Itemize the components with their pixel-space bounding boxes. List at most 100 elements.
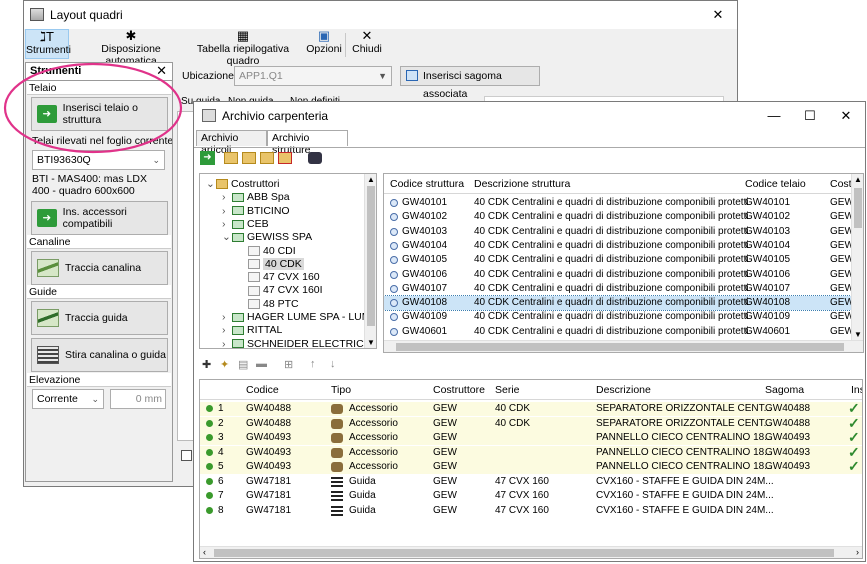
composizione-thumb-h[interactable] (214, 549, 834, 557)
strutture-row[interactable]: GW40105 40 CDK Centralini e quadri di dis… (384, 253, 851, 267)
tree-item[interactable]: › ABB Spa (222, 190, 290, 204)
edit-folder-icon[interactable] (242, 152, 256, 164)
chevron-down-icon[interactable]: ⌄ (206, 177, 216, 191)
tree-item[interactable]: 40 CDI (238, 244, 296, 258)
ins-accessori-button[interactable]: ➜ Ins. accessori compatibili (31, 201, 168, 235)
composizione-row[interactable]: 7 GW47181 Guida GEW 47 CVX 160 CVX160 - STAFF… (200, 489, 862, 503)
col-cost[interactable]: Cost (830, 178, 852, 190)
scroll-right-icon[interactable]: › (856, 547, 859, 557)
chevron-right-icon[interactable]: › (222, 337, 232, 348)
scroll-left-icon[interactable]: ‹ (203, 547, 206, 557)
chevron-right-icon[interactable]: › (222, 310, 232, 324)
strutture-row[interactable]: GW40104 40 CDK Centralini e quadri di dis… (384, 239, 851, 253)
tree-item[interactable]: › BTICINO (222, 204, 290, 218)
add-row-icon[interactable]: ✚ (202, 358, 211, 371)
composizione-row[interactable]: 4 GW40493 Accessorio GEW PANNELLO CIECO CENT… (200, 444, 862, 460)
tree-item[interactable]: 47 CVX 160 (238, 270, 320, 284)
stira-button[interactable]: Stira canalina o guida (31, 338, 168, 372)
col-codice[interactable]: Codice (246, 384, 279, 396)
col-codice-struttura[interactable]: Codice struttura (390, 178, 464, 190)
ubicazione-combo[interactable]: APP1.Q1 ▼ (234, 66, 392, 86)
tab-archivio-articoli[interactable]: Archivio articoli (196, 130, 267, 156)
minimize-button[interactable]: — (759, 106, 789, 126)
col-descrizione-struttura[interactable]: Descrizione struttura (474, 178, 570, 190)
accessory-icon (331, 404, 343, 414)
tree-scroll-thumb[interactable] (367, 186, 375, 326)
col-sagoma[interactable]: Sagoma (765, 384, 804, 396)
tree-item[interactable]: › RITTAL (222, 323, 282, 337)
folder-icon[interactable] (224, 152, 238, 164)
archivio-close-button[interactable]: ✕ (831, 106, 861, 126)
strutture-row[interactable]: GW40103 40 CDK Centralini e quadri di dis… (384, 225, 851, 239)
tree-item[interactable]: ⌄ Costruttori (206, 177, 279, 191)
toolbar-strumenti-button[interactable]: ℷT Strumenti (25, 29, 71, 59)
composizione-row[interactable]: 2 GW40488 Accessorio GEW 40 CDK SEPARATORE OR… (200, 415, 862, 431)
strutture-scrollbar-h[interactable] (384, 340, 863, 352)
checkbox-stub[interactable] (181, 450, 192, 461)
chevron-right-icon[interactable]: › (222, 323, 232, 337)
maximize-button[interactable]: ☐ (795, 106, 825, 126)
composizione-row[interactable]: 3 GW40493 Accessorio GEW PANNELLO CIECO CENT… (200, 429, 862, 446)
delete-folder-icon[interactable] (278, 152, 292, 164)
chevron-right-icon[interactable]: › (222, 190, 232, 204)
tree-item[interactable]: › SCHNEIDER ELECTRIC Spa (222, 337, 376, 348)
col-descrizione[interactable]: Descrizione (596, 384, 651, 396)
composizione-row[interactable]: 5 GW40493 Accessorio GEW PANNELLO CIECO CENT… (200, 458, 862, 475)
tree-item[interactable]: › HAGER LUME SPA - LUM (222, 310, 371, 324)
mm-input[interactable]: 0 mm (110, 389, 166, 409)
composizione-row[interactable]: 8 GW47181 Guida GEW 47 CVX 160 CVX160 - STAFF… (200, 504, 862, 518)
toolbar-chiudi-button[interactable]: ✕ Chiudi (350, 29, 384, 59)
traccia-canalina-button[interactable]: Traccia canalina (31, 251, 168, 285)
col-ins[interactable]: Ins (851, 384, 862, 396)
arrow-down-icon[interactable]: ↓ (330, 358, 336, 370)
traccia-guida-button[interactable]: Traccia guida (31, 301, 168, 335)
accessory-icon (331, 447, 343, 458)
strutture-row[interactable]: GW40106 40 CDK Centralini e quadri di dis… (384, 268, 851, 282)
col-serie[interactable]: Serie (495, 384, 520, 396)
strutture-row[interactable]: GW40101 40 CDK Centralini e quadri di dis… (384, 196, 851, 210)
codice-struttura-cell: GW40104 (402, 239, 448, 251)
col-costruttore[interactable]: Costruttore (433, 384, 485, 396)
toolbar-disposizione-button[interactable]: ✱ Disposizione automatica (81, 29, 181, 68)
tree-item[interactable]: › CEB (222, 217, 269, 231)
arrow-up-icon[interactable]: ↑ (310, 358, 316, 370)
strutture-row[interactable]: GW40601 40 CDK Centralini e quadri di dis… (384, 325, 851, 339)
composizione-scrollbar-h[interactable]: ‹ › (200, 546, 862, 558)
tree-item[interactable]: 40 CDK (238, 257, 304, 271)
scroll-down-icon[interactable]: ▼ (854, 330, 862, 339)
scroll-up-icon[interactable]: ▲ (854, 175, 862, 184)
tree-scrollbar[interactable]: ▲ ▼ (364, 174, 376, 348)
copy-row-icon[interactable]: ▤ (238, 358, 248, 371)
scroll-up-icon[interactable]: ▲ (367, 175, 375, 184)
toolbar-tabella-button[interactable]: ▦ Tabella riepilogativa quadro (185, 29, 301, 68)
strutture-thumb-h[interactable] (396, 343, 844, 351)
col-codice-telaio[interactable]: Codice telaio (745, 178, 806, 190)
chevron-right-icon[interactable]: › (222, 217, 232, 231)
chevron-down-icon[interactable]: ⌄ (222, 230, 232, 244)
col-tipo[interactable]: Tipo (331, 384, 351, 396)
strutture-row[interactable]: GW40107 40 CDK Centralini e quadri di dis… (384, 282, 851, 296)
add-item-icon[interactable]: ✦ (220, 358, 229, 371)
tree-item[interactable]: ⌄ GEWISS SPA (222, 230, 312, 244)
composizione-row[interactable]: 1 GW40488 Accessorio GEW 40 CDK SEPARATORE OR… (200, 402, 862, 417)
arrow-right-icon[interactable]: ➜ (200, 151, 215, 165)
strutture-scrollbar-v[interactable]: ▲ ▼ (851, 174, 863, 340)
tree-item[interactable]: 48 PTC (238, 297, 299, 311)
inserisci-sagoma-button[interactable]: Inserisci sagoma associata (400, 66, 540, 100)
strutture-thumb-v[interactable] (854, 188, 862, 228)
scroll-down-icon[interactable]: ▼ (367, 338, 375, 347)
move-icon[interactable]: ⊞ (284, 358, 293, 371)
chevron-right-icon[interactable]: › (222, 204, 232, 218)
elevazione-combo[interactable]: Corrente ⌄ (32, 389, 104, 409)
strutture-row[interactable]: GW40102 40 CDK Centralini e quadri di dis… (384, 210, 851, 224)
toolbar-opzioni-button[interactable]: ▣ Opzioni (305, 29, 343, 59)
strutture-row[interactable]: GW40109 40 CDK Centralini e quadri di dis… (384, 310, 851, 324)
tree-item[interactable]: 47 CVX 160I (238, 283, 323, 297)
strutture-row[interactable]: GW40108 40 CDK Centralini e quadri di dis… (384, 295, 851, 312)
delete-row-icon[interactable]: ▬ (256, 358, 267, 370)
binoculars-icon[interactable] (308, 152, 322, 164)
composizione-row[interactable]: 6 GW47181 Guida GEW 47 CVX 160 CVX160 - STAFF… (200, 475, 862, 489)
close-window-button[interactable]: ✕ (703, 5, 733, 25)
copy-folder-icon[interactable] (260, 152, 274, 164)
tab-archivio-strutture[interactable]: Archivio strutture (267, 130, 348, 156)
